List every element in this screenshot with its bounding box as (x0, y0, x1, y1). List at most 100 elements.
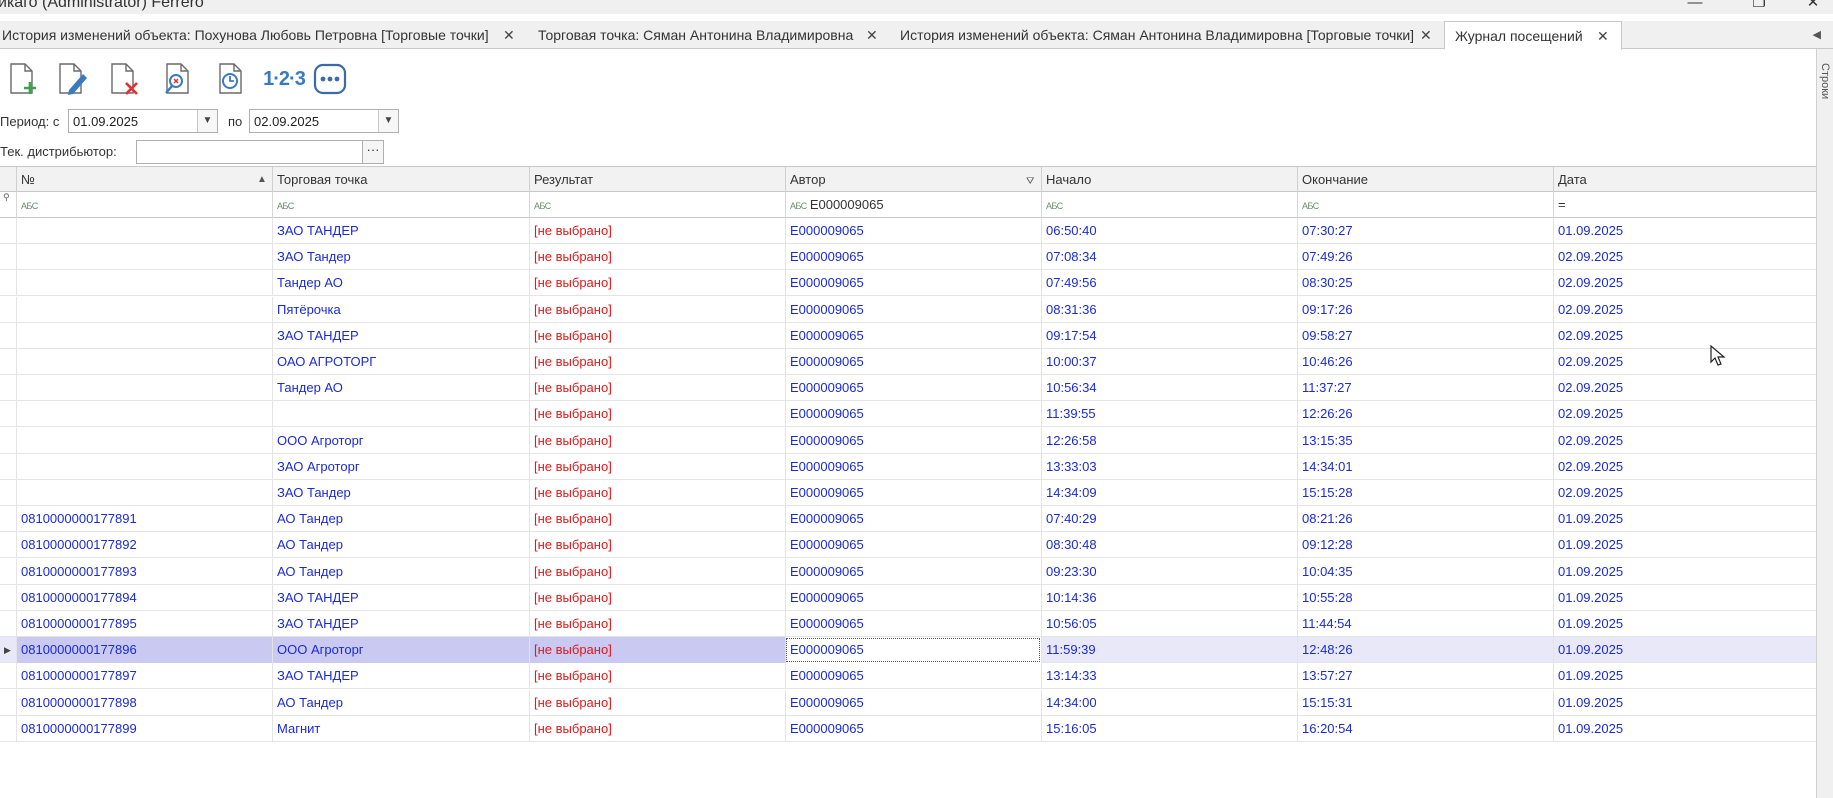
cell-end[interactable]: 07:49:26 (1297, 244, 1553, 271)
cell-number[interactable]: 0810000000177893 (16, 558, 272, 585)
cell-result[interactable]: [не выбрано] (529, 506, 785, 533)
cell-result[interactable]: [не выбрано] (529, 453, 785, 480)
cell-author[interactable]: E000009065 (785, 270, 1041, 297)
cell-end[interactable]: 11:37:27 (1297, 375, 1553, 402)
table-row[interactable]: ЗАО ТАНДЕР [не выбрано] E000009065 09:17:54… (0, 322, 1816, 349)
cell-start[interactable]: 06:50:40 (1041, 218, 1297, 244)
cell-date[interactable]: 01.09.2025 (1553, 218, 1816, 244)
cell-number[interactable] (16, 401, 272, 428)
cell-date[interactable]: 02.09.2025 (1553, 453, 1816, 480)
cell-shop[interactable]: Тандер АО (272, 270, 529, 297)
column-header-start[interactable]: Начало (1041, 167, 1297, 192)
cell-result[interactable]: [не выбрано] (529, 480, 785, 506)
cell-result[interactable]: [не выбрано] (529, 689, 785, 716)
table-row[interactable]: Тандер АО [не выбрано] E000009065 10:56:34 1… (0, 375, 1816, 402)
cell-start[interactable]: 14:34:09 (1041, 480, 1297, 506)
cell-author[interactable]: E000009065 (785, 532, 1041, 559)
column-header-result[interactable]: Результат (529, 167, 785, 192)
cell-shop[interactable]: ЗАО ТАНДЕР (272, 584, 529, 611)
cell-author[interactable]: E000009065 (785, 558, 1041, 585)
cell-end[interactable]: 12:26:26 (1297, 401, 1553, 428)
table-row[interactable]: ЗАО Агроторг [не выбрано] E000009065 13:33:… (0, 453, 1816, 480)
filter-cell-shop[interactable]: АБС (272, 192, 529, 218)
table-row[interactable]: Пятёрочка [не выбрано] E000009065 08:31:36 0… (0, 296, 1816, 323)
cell-start[interactable]: 11:59:39 (1041, 637, 1297, 664)
column-header-number[interactable]: № ▲ (16, 167, 272, 192)
cell-author[interactable]: E000009065 (785, 506, 1041, 533)
cell-shop[interactable]: ЗАО Тандер (272, 480, 529, 506)
cell-start[interactable]: 13:14:33 (1041, 663, 1297, 690)
filter-cell-date[interactable]: = (1553, 192, 1816, 218)
cell-author[interactable]: E000009065 (785, 244, 1041, 271)
cell-result[interactable]: [не выбрано] (529, 715, 785, 742)
cell-date[interactable]: 02.09.2025 (1553, 296, 1816, 323)
minimize-button[interactable]: — (1680, 0, 1710, 13)
cell-author[interactable]: E000009065 (785, 611, 1041, 637)
cell-result[interactable]: [не выбрано] (529, 427, 785, 454)
period-from-field[interactable]: 01.09.2025 ▼ (68, 109, 218, 133)
column-header-date[interactable]: Дата (1553, 167, 1816, 192)
cell-date[interactable]: 02.09.2025 (1553, 322, 1816, 349)
table-row[interactable]: 0810000000177893 АО Тандер [не выбрано] E00… (0, 558, 1816, 585)
cell-number[interactable] (16, 453, 272, 480)
cell-shop[interactable]: ЗАО ТАНДЕР (272, 663, 529, 690)
cell-number[interactable]: 0810000000177896 (16, 637, 272, 664)
cell-start[interactable]: 10:56:05 (1041, 611, 1297, 637)
cell-author[interactable]: E000009065 (785, 689, 1041, 716)
filter-cell-start[interactable]: АБС (1041, 192, 1297, 218)
tab-visit-journal[interactable]: Журнал посещений ✕ (1444, 21, 1622, 50)
cell-end[interactable]: 14:34:01 (1297, 453, 1553, 480)
cell-date[interactable]: 02.09.2025 (1553, 401, 1816, 428)
table-row[interactable]: [не выбрано] E000009065 11:39:55 12:26:26 02… (0, 401, 1816, 428)
table-row[interactable]: 0810000000177894 ЗАО ТАНДЕР [не выбрано] E0… (0, 584, 1816, 611)
cell-date[interactable]: 02.09.2025 (1553, 244, 1816, 271)
cell-number[interactable] (16, 244, 272, 271)
table-row[interactable]: ▶ 0810000000177896 ООО Агроторг [не выбрано… (0, 637, 1816, 664)
cell-start[interactable]: 07:40:29 (1041, 506, 1297, 533)
cell-result[interactable]: [не выбрано] (529, 296, 785, 323)
cell-date[interactable]: 02.09.2025 (1553, 349, 1816, 375)
tab-history-syaman[interactable]: История изменений объекта: Сяман Антонин… (898, 21, 1432, 49)
tab-shop-syaman[interactable]: Торговая точка: Сяман Антонина Владимиро… (536, 21, 882, 49)
cell-end[interactable]: 13:57:27 (1297, 663, 1553, 690)
cell-number[interactable] (16, 270, 272, 297)
table-row[interactable]: ЗАО Тандер [не выбрано] E000009065 14:34:09… (0, 480, 1816, 506)
cell-end[interactable]: 09:12:28 (1297, 532, 1553, 559)
cell-result[interactable]: [не выбрано] (529, 611, 785, 637)
cell-shop[interactable]: АО Тандер (272, 532, 529, 559)
cell-end[interactable]: 15:15:28 (1297, 480, 1553, 506)
cell-result[interactable]: [не выбрано] (529, 244, 785, 271)
cell-date[interactable]: 01.09.2025 (1553, 689, 1816, 716)
cell-result[interactable]: [не выбрано] (529, 218, 785, 244)
table-row[interactable]: Тандер АО [не выбрано] E000009065 07:49:56 0… (0, 270, 1816, 297)
cell-result[interactable]: [не выбрано] (529, 584, 785, 611)
add-button[interactable] (4, 60, 40, 98)
cell-shop[interactable]: ЗАО ТАНДЕР (272, 322, 529, 349)
cell-author[interactable]: E000009065 (785, 218, 1041, 244)
cell-number[interactable] (16, 218, 272, 244)
cell-end[interactable]: 13:15:35 (1297, 427, 1553, 454)
chevron-down-icon[interactable]: ▼ (197, 110, 217, 132)
table-row[interactable]: ЗАО ТАНДЕР [не выбрано] E000009065 06:50:40… (0, 218, 1816, 244)
cell-shop[interactable]: АО Тандер (272, 689, 529, 716)
delete-button[interactable] (106, 60, 142, 98)
filter-cell-end[interactable]: АБС (1297, 192, 1553, 218)
cell-end[interactable]: 10:04:35 (1297, 558, 1553, 585)
cell-shop[interactable]: ООО Агроторг (272, 637, 529, 664)
cell-date[interactable]: 02.09.2025 (1553, 375, 1816, 402)
cell-number[interactable]: 0810000000177897 (16, 663, 272, 690)
close-window-button[interactable]: ✕ (1798, 0, 1828, 13)
table-row[interactable]: 0810000000177891 АО Тандер [не выбрано] E00… (0, 506, 1816, 533)
find-button[interactable] (159, 60, 195, 98)
table-row[interactable]: 0810000000177895 ЗАО ТАНДЕР [не выбрано] E0… (0, 611, 1816, 637)
cell-end[interactable]: 10:46:26 (1297, 349, 1553, 375)
cell-number[interactable] (16, 349, 272, 375)
cell-shop[interactable]: ЗАО Тандер (272, 244, 529, 271)
cell-end[interactable]: 09:17:26 (1297, 296, 1553, 323)
tab-scroll-left-icon[interactable]: ◀ (1813, 21, 1821, 49)
period-to-field[interactable]: 02.09.2025 ▼ (249, 109, 399, 133)
tab-close-icon[interactable]: ✕ (866, 21, 878, 49)
cell-number[interactable] (16, 375, 272, 402)
cell-number[interactable]: 0810000000177895 (16, 611, 272, 637)
cell-shop[interactable]: АО Тандер (272, 506, 529, 533)
